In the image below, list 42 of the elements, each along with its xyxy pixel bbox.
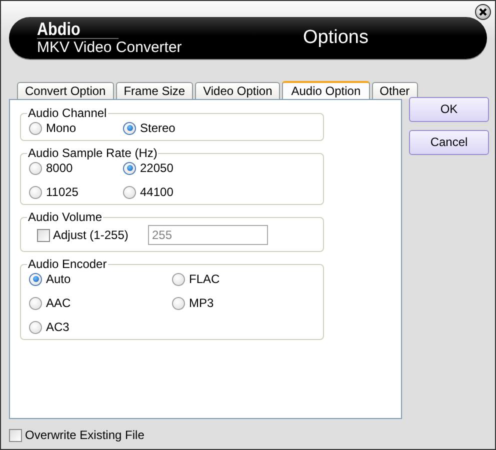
- group-title: Audio Channel: [27, 107, 108, 119]
- radio-label: AC3: [46, 320, 70, 334]
- radio-label: Mono: [46, 121, 76, 135]
- radio-button[interactable]: [172, 272, 185, 286]
- tab[interactable]: Video Option: [195, 82, 280, 99]
- product-name: MKV Video Converter: [37, 38, 183, 56]
- radio-button[interactable]: [123, 162, 136, 174]
- tab[interactable]: Convert Option: [17, 82, 114, 99]
- radio-button[interactable]: [29, 320, 42, 334]
- radio-button[interactable]: [123, 186, 136, 198]
- radio-label: Auto: [46, 272, 71, 286]
- tab[interactable]: Other: [372, 82, 418, 99]
- radio-button[interactable]: [172, 296, 185, 310]
- radio-label: Stereo: [140, 121, 176, 135]
- checkbox[interactable]: [37, 228, 50, 242]
- radio-label: 11025: [46, 185, 78, 199]
- tab[interactable]: Audio Option: [282, 81, 370, 99]
- radio-label: AAC: [46, 296, 71, 310]
- brand-name: Abdio: [37, 20, 119, 38]
- close-icon: [478, 7, 488, 17]
- dialog-button[interactable]: OK: [409, 97, 489, 122]
- radio-button[interactable]: [29, 186, 42, 198]
- radio-button[interactable]: [29, 296, 42, 310]
- radio-button[interactable]: [29, 122, 42, 134]
- radio-button[interactable]: [29, 272, 42, 286]
- close-button[interactable]: [475, 4, 491, 20]
- window-title: Options: [303, 27, 368, 49]
- dialog-button[interactable]: Cancel: [409, 130, 489, 155]
- radio-button[interactable]: [29, 162, 42, 174]
- tab[interactable]: Frame Size: [116, 82, 194, 99]
- radio-button[interactable]: [123, 122, 136, 134]
- radio-label: FLAC: [189, 272, 220, 286]
- checkbox-label: Overwrite Existing File: [25, 428, 144, 442]
- radio-label: 44100: [140, 185, 174, 199]
- radio-label: MP3: [189, 296, 214, 310]
- group-title: Audio Volume: [27, 211, 104, 223]
- group-title: Audio Sample Rate (Hz): [27, 147, 158, 159]
- group-title: Audio Encoder: [27, 258, 108, 270]
- checkbox[interactable]: [9, 428, 22, 442]
- checkbox-label: Adjust (1-255): [53, 228, 130, 242]
- radio-label: 8000: [46, 161, 73, 175]
- radio-label: 22050: [140, 161, 174, 175]
